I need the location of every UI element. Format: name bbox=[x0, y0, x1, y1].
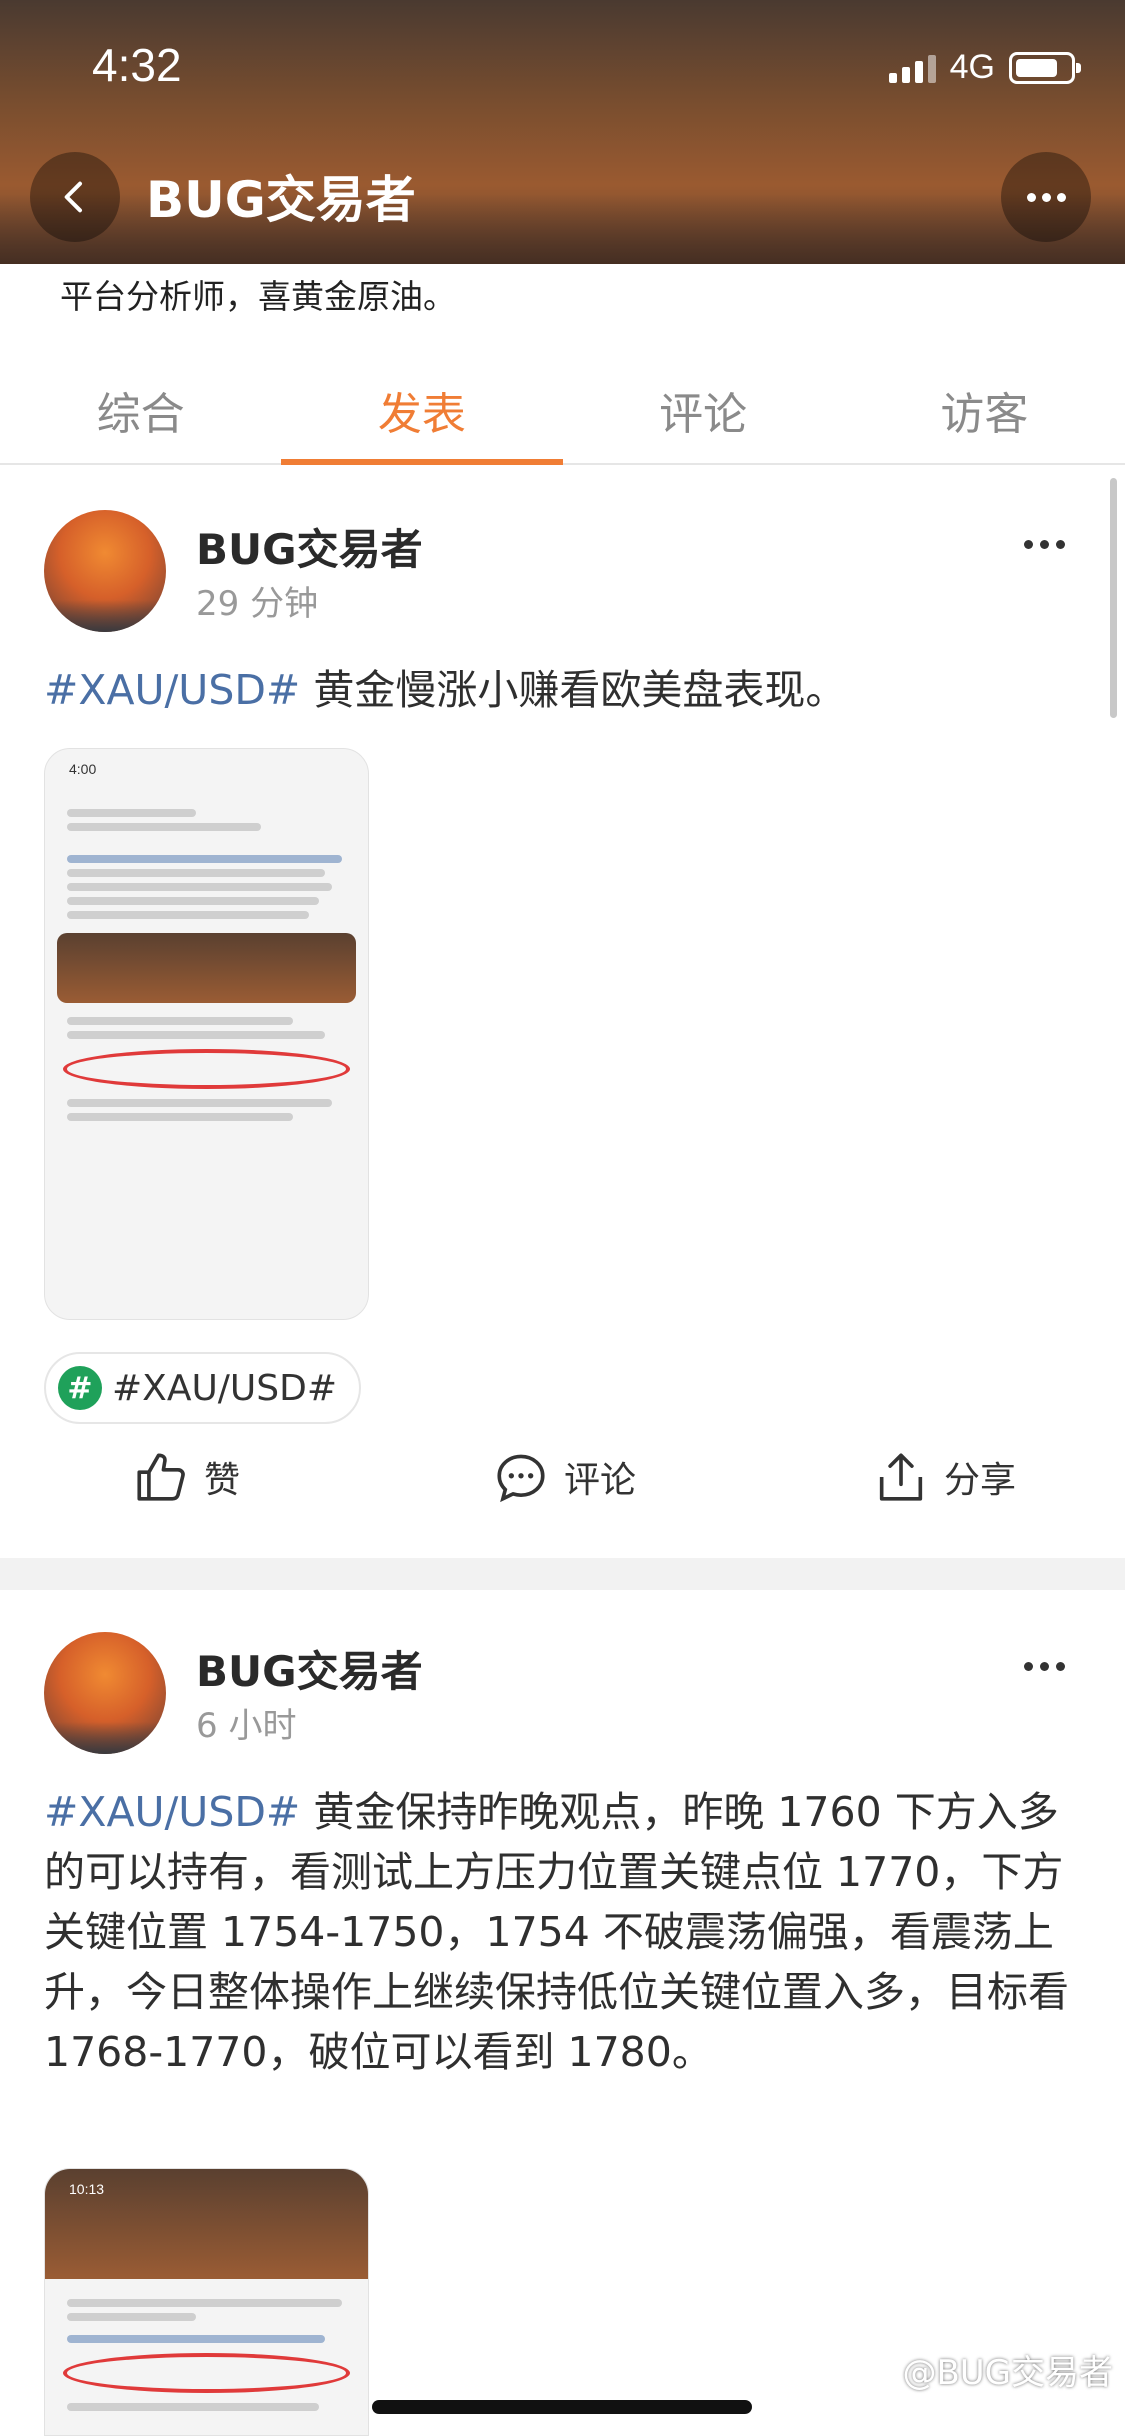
post-author[interactable]: BUG交易者 bbox=[196, 1638, 423, 1699]
watermark: @BUG交易者 bbox=[902, 2353, 1113, 2393]
comment-button[interactable]: 评论 bbox=[492, 1448, 636, 1506]
post-actions: 赞 评论 分享 bbox=[0, 1448, 1125, 1538]
network-label: 4G bbox=[949, 48, 995, 86]
post-divider bbox=[0, 1558, 1125, 1590]
profile-header: 4:32 4G BUG交易者 bbox=[0, 0, 1125, 264]
profile-tabs: 综合 发表 评论 访客 bbox=[0, 350, 1125, 465]
share-button[interactable]: 分享 bbox=[872, 1448, 1016, 1506]
post-body: 黄金慢涨小赚看欧美盘表现。 bbox=[300, 666, 847, 714]
battery-icon bbox=[1009, 51, 1081, 84]
page-title: BUG交易者 bbox=[146, 171, 416, 229]
post-time: 6 小时 bbox=[196, 1706, 297, 1746]
post-time: 29 分钟 bbox=[196, 584, 319, 624]
thumb-time: 10:13 bbox=[69, 2181, 105, 2197]
post-hashtag[interactable]: #XAU/USD# bbox=[44, 1788, 300, 1836]
thumb-time: 4:00 bbox=[69, 761, 97, 777]
post-more-icon[interactable] bbox=[1024, 1662, 1065, 1671]
comment-label: 评论 bbox=[564, 1460, 637, 1501]
avatar[interactable] bbox=[44, 510, 166, 632]
post-text: #XAU/USD# 黄金慢涨小赚看欧美盘表现。 bbox=[44, 660, 1084, 720]
topic-pill-label: #XAU/USD# bbox=[112, 1367, 338, 1409]
signal-icon bbox=[888, 53, 936, 83]
hashtag-icon: # bbox=[58, 1366, 102, 1410]
post-image[interactable]: 4:00 bbox=[44, 748, 369, 1320]
more-options-button[interactable] bbox=[1001, 152, 1091, 242]
tab-overview[interactable]: 综合 bbox=[0, 350, 281, 463]
like-label: 赞 bbox=[204, 1460, 241, 1501]
profile-bio: 平台分析师，喜黄金原油。 bbox=[60, 277, 456, 316]
tab-comments[interactable]: 评论 bbox=[563, 350, 844, 463]
scrollbar[interactable] bbox=[1110, 478, 1117, 718]
post-hashtag[interactable]: #XAU/USD# bbox=[44, 666, 300, 714]
topic-pill[interactable]: # #XAU/USD# bbox=[44, 1352, 362, 1424]
highlight-circle bbox=[63, 1049, 350, 1089]
highlight-circle bbox=[63, 2353, 350, 2393]
back-button[interactable] bbox=[30, 152, 120, 242]
post-text: #XAU/USD# 黄金保持昨晚观点，昨晚 1760 下方入多的可以持有，看测试… bbox=[44, 1782, 1084, 2082]
avatar[interactable] bbox=[44, 1632, 166, 1754]
post-image[interactable]: 10:13 bbox=[44, 2168, 369, 2436]
post-more-icon[interactable] bbox=[1024, 540, 1065, 549]
thumbs-up-icon bbox=[137, 1453, 185, 1501]
share-icon bbox=[879, 1453, 923, 1501]
like-button[interactable]: 赞 bbox=[132, 1448, 240, 1506]
post-author[interactable]: BUG交易者 bbox=[196, 516, 423, 577]
comment-icon bbox=[497, 1454, 545, 1503]
tab-visitors[interactable]: 访客 bbox=[844, 350, 1125, 463]
home-indicator[interactable] bbox=[372, 2400, 752, 2414]
status-time: 4:32 bbox=[92, 39, 182, 91]
chevron-left-icon bbox=[64, 181, 82, 213]
share-label: 分享 bbox=[944, 1460, 1017, 1501]
tab-posts[interactable]: 发表 bbox=[281, 350, 563, 465]
status-indicators: 4G bbox=[888, 48, 1081, 87]
